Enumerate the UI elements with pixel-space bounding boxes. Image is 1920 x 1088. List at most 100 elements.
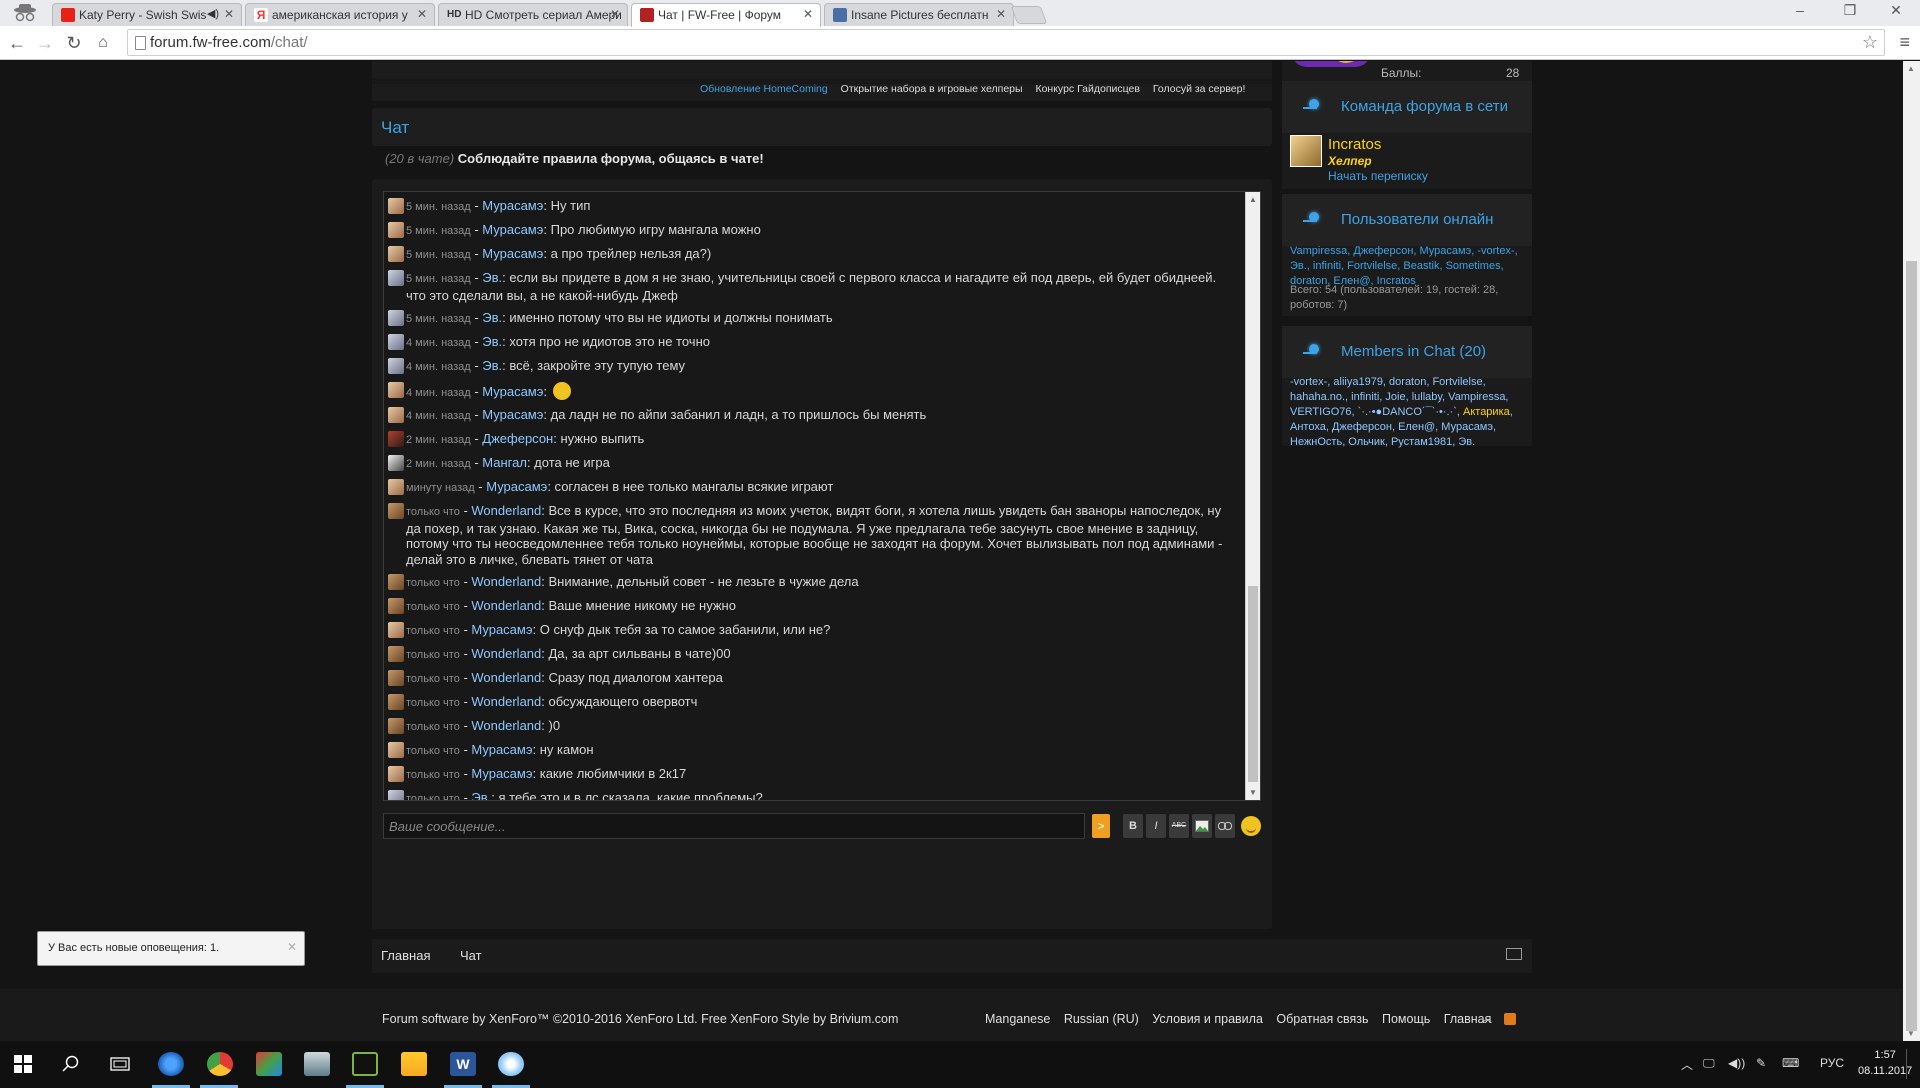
message-author[interactable]: Мурасамэ [482, 222, 543, 237]
message-author[interactable]: Мурасамэ [482, 407, 543, 422]
chrome-blue-icon[interactable] [158, 1052, 184, 1076]
start-conversation-link[interactable]: Начать переписку [1328, 169, 1428, 183]
message-author[interactable]: Wonderland [471, 503, 541, 518]
reload-icon[interactable]: ↻ [62, 31, 86, 55]
search-icon[interactable] [62, 1055, 80, 1073]
word-icon[interactable]: W [450, 1052, 476, 1076]
avatar[interactable] [388, 789, 404, 800]
avatar[interactable] [388, 573, 404, 590]
footer-link-style[interactable]: Manganese [985, 1012, 1050, 1026]
close-icon[interactable]: ✕ [417, 7, 427, 21]
staff-name[interactable]: Incratos [1328, 136, 1381, 153]
italic-button[interactable]: I [1146, 814, 1166, 838]
speaker-icon[interactable]: ◀) [207, 7, 219, 20]
scroll-down-icon[interactable]: ▼ [1907, 1029, 1915, 1038]
volume-icon[interactable]: ◀)) [1728, 1056, 1745, 1070]
strike-button[interactable]: ABC [1169, 814, 1189, 838]
network-icon[interactable]: 🖵 [1703, 1056, 1715, 1071]
avatar[interactable] [388, 309, 404, 326]
avatar[interactable] [388, 741, 404, 758]
avatar[interactable] [388, 270, 404, 286]
chrome-icon[interactable] [207, 1052, 233, 1076]
tab-american-history[interactable]: Я американская история у ✕ [245, 3, 435, 26]
avatar[interactable] [388, 246, 404, 262]
maximize-icon[interactable]: ❐ [1830, 2, 1870, 19]
message-author[interactable]: Wonderland [471, 718, 541, 733]
message-author[interactable]: Мурасамэ [482, 246, 543, 261]
scroll-up-icon[interactable]: ▲ [1907, 64, 1915, 73]
notice-link[interactable]: Конкурс Гайдописцев [1035, 83, 1140, 95]
tab-insane-pictures[interactable]: Insane Pictures бесплатн ✕ [824, 3, 1014, 26]
paint-icon[interactable] [498, 1052, 524, 1076]
address-bar[interactable]: forum.fw-free.com/chat/ ☆ [127, 29, 1885, 56]
avatar[interactable] [388, 431, 404, 447]
avatar[interactable] [388, 455, 404, 471]
folder-icon[interactable] [401, 1052, 427, 1076]
copyright[interactable]: Forum software by XenForo™ ©2010-2016 Xe… [382, 1012, 898, 1026]
notification-toast[interactable]: У Вас есть новые оповещения: 1. ✕ [37, 931, 305, 966]
message-author[interactable]: Мурасамэ [471, 622, 532, 637]
notice-link[interactable]: Голосуй за сервер! [1153, 83, 1246, 95]
message-author[interactable]: Мангал [482, 455, 527, 470]
avatar[interactable] [388, 381, 404, 398]
message-author[interactable]: Эв. [482, 358, 502, 373]
avatar[interactable] [388, 333, 404, 350]
message-author[interactable]: Джеферсон [482, 431, 553, 446]
message-author[interactable]: Wonderland [471, 694, 541, 709]
message-author[interactable]: Эв. [471, 790, 491, 801]
footer-link-feedback[interactable]: Обратная связь [1276, 1012, 1368, 1026]
computer-icon[interactable] [304, 1052, 330, 1076]
avatar[interactable] [388, 198, 404, 214]
notice-link[interactable]: Открытие набора в игровые хелперы [841, 83, 1023, 95]
rss-icon[interactable] [1504, 1013, 1516, 1025]
avatar[interactable] [388, 407, 404, 423]
tab-fw-free-chat[interactable]: Чат | FW-Free | Форум ✕ [631, 3, 821, 27]
image-button[interactable] [1192, 814, 1212, 838]
chat-scrollbar[interactable]: ▲ ▼ [1245, 192, 1260, 800]
windows-start-icon[interactable] [14, 1055, 32, 1073]
page-scrollbar[interactable]: ▲ ▼ [1903, 61, 1920, 1041]
task-view-icon[interactable] [110, 1056, 130, 1072]
message-author[interactable]: Эв. [482, 310, 502, 325]
footer-nav-chat[interactable]: Чат [460, 948, 482, 963]
avatar[interactable] [388, 765, 404, 782]
menu-icon[interactable]: ≡ [1899, 32, 1910, 53]
close-icon[interactable]: ✕ [803, 7, 813, 21]
link-button[interactable] [1215, 814, 1235, 838]
new-tab-button[interactable] [1010, 6, 1048, 24]
message-author[interactable]: Мурасамэ [471, 742, 532, 757]
fullscreen-icon[interactable] [1506, 948, 1522, 960]
scroll-up-icon[interactable]: ▲ [1249, 195, 1257, 204]
avatar[interactable] [388, 669, 404, 686]
message-author[interactable]: Wonderland [471, 670, 541, 685]
scroll-down-icon[interactable]: ▼ [1249, 788, 1257, 797]
avatar[interactable] [388, 621, 404, 638]
bold-button[interactable]: B [1123, 814, 1143, 838]
chevron-up-icon[interactable]: ︿ [1681, 1056, 1693, 1073]
message-author[interactable]: Эв. [482, 270, 502, 285]
avatar[interactable] [388, 503, 404, 519]
footer-link-terms[interactable]: Условия и правила [1152, 1012, 1263, 1026]
chat-member-list[interactable]: -vortex-, aliiya1979, doraton, Fortvilel… [1290, 375, 1528, 450]
chat-message-input[interactable] [383, 813, 1085, 839]
send-button[interactable]: > [1092, 814, 1110, 838]
avatar[interactable] [388, 597, 404, 614]
message-author[interactable]: Мурасамэ [482, 198, 543, 213]
scroll-top-icon[interactable]: ︿ [1481, 1010, 1492, 1026]
footer-link-help[interactable]: Помощь [1382, 1012, 1430, 1026]
minimize-icon[interactable]: – [1780, 2, 1820, 18]
keyboard-icon[interactable]: ⌨ [1782, 1056, 1799, 1070]
home-icon[interactable]: ⌂ [91, 31, 115, 55]
message-author[interactable]: Wonderland [471, 598, 541, 613]
message-author[interactable]: Мурасамэ [471, 766, 532, 781]
language-indicator[interactable]: РУС [1820, 1056, 1844, 1070]
avatar[interactable] [388, 222, 404, 238]
tab-katy-perry[interactable]: Katy Perry - Swish Swis ◀) ✕ [52, 3, 242, 26]
close-icon[interactable]: ✕ [610, 7, 620, 21]
avatar[interactable] [388, 645, 404, 662]
avatar[interactable] [388, 357, 404, 374]
message-author[interactable]: Мурасамэ [486, 479, 547, 494]
pen-icon[interactable]: ✎ [1756, 1056, 1766, 1070]
app-cube-icon[interactable] [256, 1052, 282, 1076]
chat-scroll-thumb[interactable] [1248, 586, 1258, 782]
